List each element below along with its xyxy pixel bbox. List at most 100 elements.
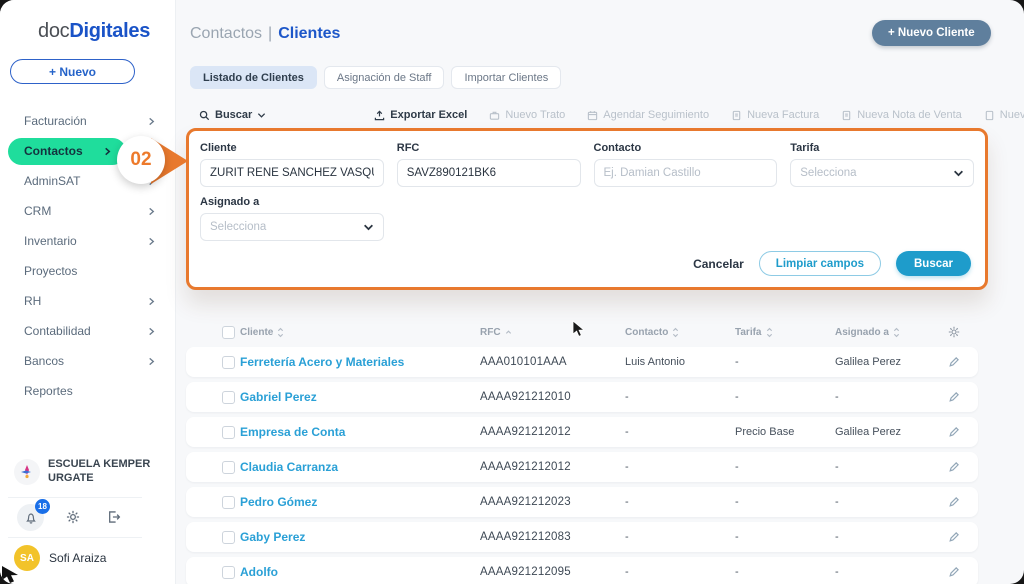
tarifa-cell: - (735, 531, 835, 543)
row-checkbox[interactable] (222, 391, 235, 404)
new-quote-button[interactable]: Nueva Cotización (984, 109, 1024, 121)
contacto-cell: Luis Antonio (625, 356, 735, 368)
client-link[interactable]: Gaby Perez (240, 530, 480, 544)
asignado-select[interactable]: Selecciona (200, 213, 384, 241)
column-header-tarifa[interactable]: Tarifa (735, 327, 835, 338)
edit-row-button[interactable] (948, 391, 978, 403)
sidebar-item-bancos[interactable]: Bancos (0, 346, 176, 376)
settings-button[interactable] (66, 510, 80, 524)
rfc-cell: AAAA921212012 (480, 461, 625, 473)
client-link[interactable]: Gabriel Perez (240, 390, 480, 404)
new-invoice-button[interactable]: Nueva Factura (731, 109, 819, 121)
sidebar: docDigitales + Nuevo Facturación Contact… (0, 0, 176, 584)
column-header-cliente[interactable]: Cliente (240, 327, 480, 338)
client-link[interactable]: Empresa de Conta (240, 425, 480, 439)
filter-panel: Cliente RFC Contacto Tarifa Selecciona A… (186, 128, 988, 290)
client-link[interactable]: Claudia Carranza (240, 460, 480, 474)
sort-icon (277, 327, 284, 338)
new-deal-button[interactable]: Nuevo Trato (489, 109, 565, 121)
sidebar-item-contabilidad[interactable]: Contabilidad (0, 316, 176, 346)
clear-fields-button[interactable]: Limpiar campos (759, 251, 881, 276)
sidebar-item-proyectos[interactable]: Proyectos (0, 256, 176, 286)
sidebar-item-label: CRM (24, 204, 51, 218)
new-sale-note-button[interactable]: Nueva Nota de Venta (841, 109, 962, 121)
tab-importar-clientes[interactable]: Importar Clientes (451, 66, 561, 89)
sidebar-item-label: Contabilidad (24, 324, 91, 338)
schedule-followup-button[interactable]: Agendar Seguimiento (587, 109, 709, 121)
client-link[interactable]: Pedro Gómez (240, 495, 480, 509)
sidebar-item-label: Bancos (24, 354, 64, 368)
search-icon (199, 110, 210, 121)
table-row: Gabriel Perez AAAA921212010 - - - (186, 382, 978, 412)
rfc-cell: AAAA921212023 (480, 496, 625, 508)
search-toggle-label: Buscar (215, 109, 252, 121)
column-label: Contacto (625, 327, 668, 338)
cliente-input[interactable] (200, 159, 384, 187)
asignado-select-value: Selecciona (210, 221, 266, 233)
export-excel-button[interactable]: Exportar Excel (374, 109, 467, 121)
tarifa-cell: - (735, 496, 835, 508)
sidebar-item-reportes[interactable]: Reportes (0, 376, 176, 406)
search-button[interactable]: Buscar (896, 251, 971, 276)
new-button[interactable]: + Nuevo (10, 59, 135, 84)
pencil-icon (948, 426, 960, 438)
logo-doc: doc (38, 20, 69, 42)
edit-row-button[interactable] (948, 356, 978, 368)
edit-row-button[interactable] (948, 461, 978, 473)
select-all-checkbox[interactable] (222, 326, 235, 339)
tab-asignacion-de-staff[interactable]: Asignación de Staff (324, 66, 445, 89)
sidebar-item-label: Contactos (24, 144, 83, 158)
workspace-selector[interactable]: ESCUELA KEMPER URGATE (14, 458, 150, 486)
table-row: Ferretería Acero y Materiales AAA010101A… (186, 347, 978, 377)
edit-row-button[interactable] (948, 496, 978, 508)
column-header-asignado[interactable]: Asignado a (835, 327, 948, 338)
chevron-right-icon (103, 147, 112, 156)
breadcrumb-divider: | (268, 25, 272, 42)
sidebar-item-label: Facturación (24, 114, 87, 128)
sidebar-item-contactos[interactable]: Contactos (8, 138, 126, 165)
column-header-contacto[interactable]: Contacto (625, 327, 735, 338)
rfc-cell: AAAA921212010 (480, 391, 625, 403)
table-toolbar: Buscar Exportar Excel Nuevo Trato Agenda… (199, 109, 1024, 121)
sidebar-item-inventario[interactable]: Inventario (0, 226, 176, 256)
pencil-icon (948, 566, 960, 578)
table-settings-button[interactable] (948, 326, 978, 338)
sidebar-item-rh[interactable]: RH (0, 286, 176, 316)
tarifa-select[interactable]: Selecciona (790, 159, 974, 187)
breadcrumb: Contactos|Clientes (190, 25, 340, 43)
column-header-rfc[interactable]: RFC (480, 327, 625, 338)
rfc-input[interactable] (397, 159, 581, 187)
client-link[interactable]: Ferretería Acero y Materiales (240, 355, 480, 369)
document-icon (731, 110, 742, 121)
workspace-name: ESCUELA KEMPER URGATE (48, 458, 150, 486)
row-checkbox[interactable] (222, 461, 235, 474)
new-client-button[interactable]: + Nuevo Cliente (872, 20, 991, 46)
cancel-button[interactable]: Cancelar (693, 257, 744, 271)
pencil-icon (948, 531, 960, 543)
tab-bar: Listado de Clientes Asignación de Staff … (190, 66, 561, 89)
row-checkbox[interactable] (222, 426, 235, 439)
table-row: Pedro Gómez AAAA921212023 - - - (186, 487, 978, 517)
row-checkbox[interactable] (222, 496, 235, 509)
sidebar-item-facturacion[interactable]: Facturación (0, 106, 176, 136)
sidebar-item-crm[interactable]: CRM (0, 196, 176, 226)
mouse-cursor (572, 320, 585, 338)
logout-button[interactable] (107, 510, 121, 524)
tab-listado-de-clientes[interactable]: Listado de Clientes (190, 66, 317, 89)
sidebar-item-label: Inventario (24, 234, 77, 248)
client-link[interactable]: Adolfo (240, 565, 480, 579)
edit-row-button[interactable] (948, 426, 978, 438)
row-checkbox[interactable] (222, 566, 235, 579)
annotation-step-badge: 02 (117, 136, 165, 184)
row-checkbox[interactable] (222, 531, 235, 544)
search-toggle[interactable]: Buscar (199, 109, 266, 121)
contacto-cell: - (625, 426, 735, 438)
cursor-artifact (0, 566, 30, 584)
user-name: Sofi Araiza (49, 551, 106, 565)
cliente-label: Cliente (200, 142, 384, 154)
tarifa-label: Tarifa (790, 142, 974, 154)
edit-row-button[interactable] (948, 531, 978, 543)
contacto-input[interactable] (594, 159, 778, 187)
row-checkbox[interactable] (222, 356, 235, 369)
edit-row-button[interactable] (948, 566, 978, 578)
